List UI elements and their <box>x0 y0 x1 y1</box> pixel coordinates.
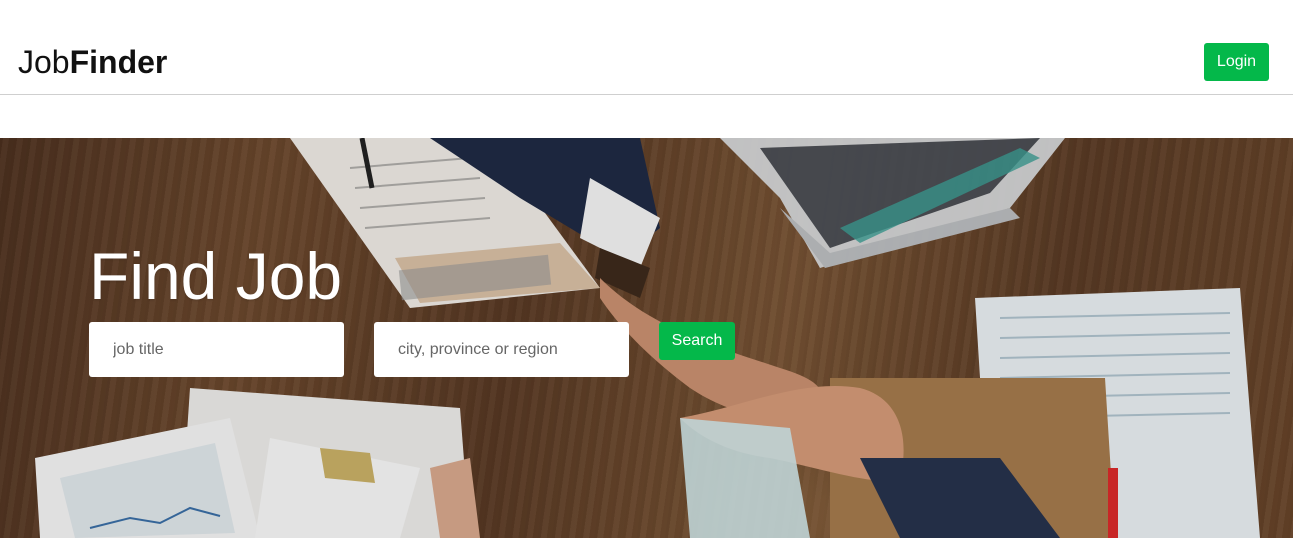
brand-bold-text: Finder <box>69 44 168 80</box>
login-button[interactable]: Login <box>1204 43 1269 81</box>
brand-light-text: Job <box>18 44 70 80</box>
location-input[interactable] <box>374 322 629 377</box>
hero-title: Find Job <box>89 239 343 313</box>
search-button[interactable]: Search <box>659 322 735 360</box>
hero-banner: Find Job Search <box>0 138 1293 538</box>
job-title-input[interactable] <box>89 322 344 377</box>
brand-logo[interactable]: JobFinder <box>18 42 167 82</box>
top-navbar: JobFinder Login <box>0 0 1293 95</box>
